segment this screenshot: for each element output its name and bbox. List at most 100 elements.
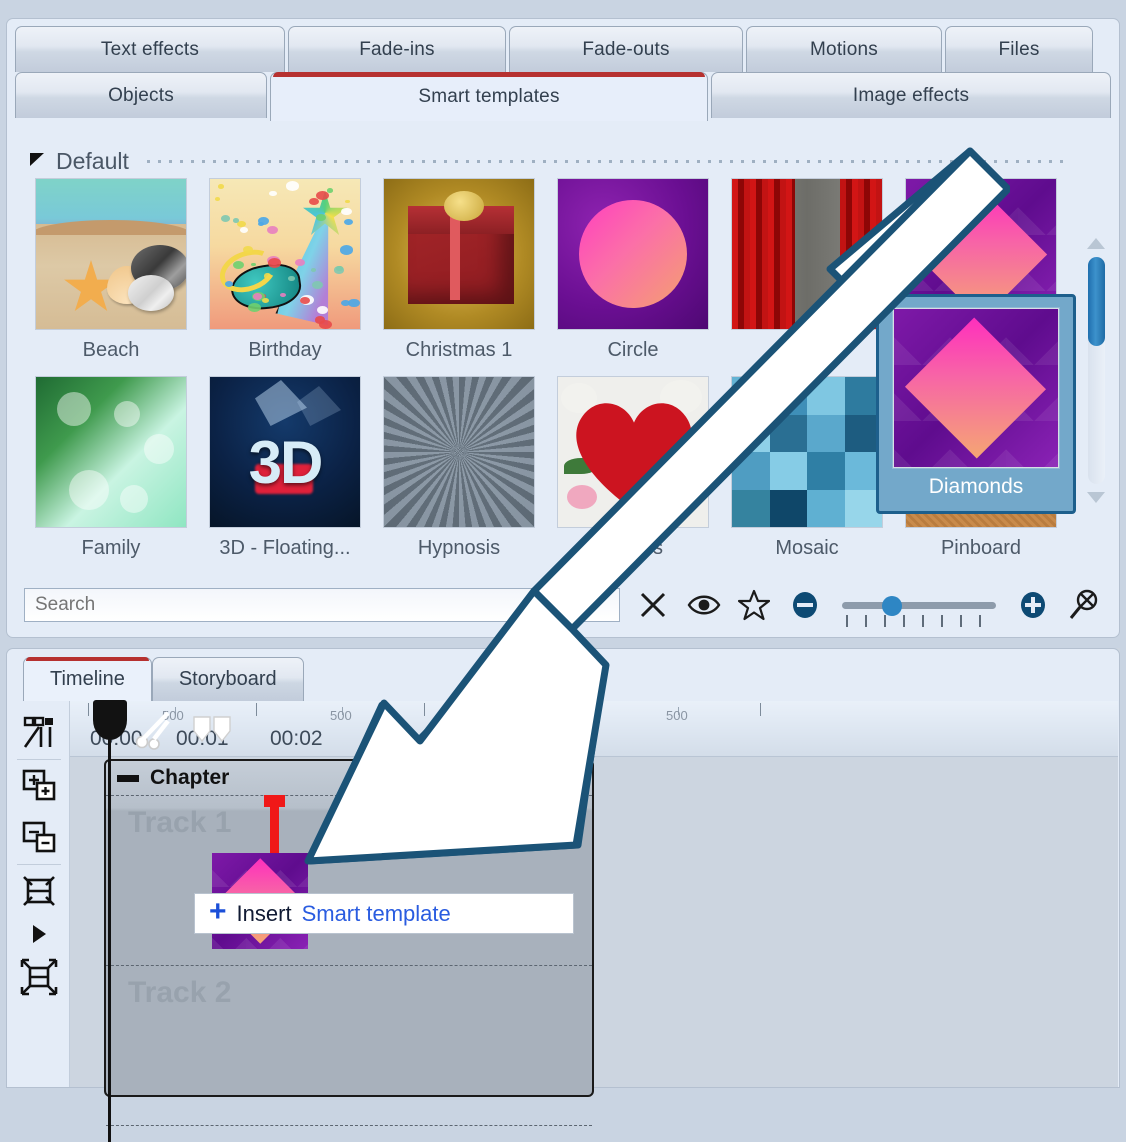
scissors-icon[interactable]: [132, 711, 178, 756]
template-tile-lovers[interactable]: Lovers: [546, 376, 720, 574]
tab-fade-ins[interactable]: Fade-ins: [288, 26, 506, 72]
circle-artwork: [558, 179, 708, 329]
tab-label: Objects: [108, 85, 174, 107]
media-tab-row-1: Text effects Fade-ins Fade-outs Motions …: [7, 26, 1119, 74]
collapse-minus-icon[interactable]: [117, 775, 139, 782]
timeline-ruler[interactable]: 500 500 500 500 00:00 00:01 00:02 00:04: [70, 701, 1118, 757]
track-divider: [106, 1125, 592, 1126]
timeline-toolbar: [8, 701, 70, 1087]
tab-text-effects[interactable]: Text effects: [15, 26, 285, 72]
template-tile-circle[interactable]: Circle: [546, 178, 720, 376]
zoom-slider-knob[interactable]: [882, 596, 902, 616]
template-thumbnail[interactable]: [383, 376, 535, 528]
tab-timeline[interactable]: Timeline: [23, 657, 152, 701]
group-divider-dots: [147, 160, 1070, 163]
remove-track-icon[interactable]: [12, 812, 66, 864]
tab-label: Fade-outs: [582, 39, 669, 61]
add-track-icon[interactable]: [12, 760, 66, 812]
star-icon[interactable]: [736, 585, 773, 625]
template-tile-hypnosis[interactable]: Hypnosis: [372, 376, 546, 574]
timeline-panel: Timeline Storyboard: [6, 648, 1120, 1088]
plus-icon: +: [209, 897, 227, 927]
triangle-collapse-icon[interactable]: [30, 153, 44, 166]
scroll-down-arrow-icon[interactable]: [1087, 492, 1105, 503]
zoom-slider[interactable]: [838, 585, 1001, 625]
template-thumbnail[interactable]: [35, 178, 187, 330]
tab-image-effects[interactable]: Image effects: [711, 72, 1111, 118]
chapter-title: Chapter: [150, 766, 229, 790]
template-thumbnail[interactable]: [731, 376, 883, 528]
template-label: Christmas 1: [406, 339, 513, 362]
template-tile-mosaic[interactable]: Mosaic: [720, 376, 894, 574]
template-thumbnail[interactable]: 3D: [209, 376, 361, 528]
template-label: Curtain: [775, 339, 839, 362]
media-panel-toolbar: [8, 574, 1118, 636]
birthday-artwork: [210, 179, 360, 329]
mode-switch-icon[interactable]: [12, 707, 66, 759]
ruler-label: 00:02: [270, 727, 323, 751]
template-tile-family[interactable]: Family: [24, 376, 198, 574]
curtain-artwork: [732, 179, 882, 329]
template-label: Mosaic: [775, 537, 838, 560]
tab-label: Image effects: [853, 85, 969, 107]
template-tile-3d-floating[interactable]: 3D 3D - Floating...: [198, 376, 372, 574]
zoom-slider-track[interactable]: [842, 602, 997, 609]
template-thumbnail[interactable]: [731, 178, 883, 330]
search-input[interactable]: [24, 588, 620, 622]
fit-all-tracks-icon[interactable]: [12, 951, 66, 1003]
mosaic-artwork: [732, 377, 882, 527]
template-label: Beach: [83, 339, 140, 362]
close-x-icon[interactable]: [634, 585, 671, 625]
group-header-default[interactable]: Default: [30, 148, 1070, 175]
template-label: Birthday: [248, 339, 321, 362]
fit-track-height-icon[interactable]: [12, 865, 66, 917]
tab-label: Timeline: [50, 668, 125, 691]
family-artwork: [36, 377, 186, 527]
track-row-1[interactable]: Track 1: [106, 795, 592, 965]
template-thumbnail[interactable]: [383, 178, 535, 330]
template-thumbnail[interactable]: [209, 178, 361, 330]
playhead-handle-icon[interactable]: [93, 700, 127, 740]
tab-label: Text effects: [101, 39, 199, 61]
ruler-sub-label: 500: [330, 708, 352, 723]
scrollbar-thumb[interactable]: [1088, 257, 1105, 346]
tab-fade-outs[interactable]: Fade-outs: [509, 26, 743, 72]
template-label: Pinboard: [941, 537, 1021, 560]
template-tile-beach[interactable]: Beach: [24, 178, 198, 376]
3d-floating-artwork: 3D: [210, 377, 360, 527]
track-row-2[interactable]: Track 2: [106, 965, 592, 1125]
template-label: Diamonds: [929, 475, 1024, 499]
scrollbar-track[interactable]: [1088, 257, 1105, 484]
template-thumbnail[interactable]: [557, 178, 709, 330]
template-tile-christmas-1[interactable]: Christmas 1: [372, 178, 546, 376]
tab-files[interactable]: Files: [945, 26, 1093, 72]
tab-storyboard[interactable]: Storyboard: [152, 657, 304, 701]
template-label: Lovers: [603, 537, 663, 560]
selected-template-diamonds[interactable]: Diamonds: [876, 294, 1076, 514]
scroll-up-arrow-icon[interactable]: [1087, 238, 1105, 249]
group-title: Default: [56, 148, 129, 175]
tab-label: Motions: [810, 39, 878, 61]
template-tile-birthday[interactable]: Birthday: [198, 178, 372, 376]
tab-objects[interactable]: Objects: [15, 72, 267, 118]
template-thumbnail[interactable]: [557, 376, 709, 528]
expand-arrow-icon[interactable]: [12, 917, 66, 951]
range-markers-icon[interactable]: [190, 715, 236, 750]
lovers-artwork: [558, 377, 708, 527]
template-scrollbar[interactable]: [1082, 232, 1110, 509]
chapter-header[interactable]: Chapter: [106, 761, 592, 795]
plus-circle-icon[interactable]: [1014, 585, 1051, 625]
template-thumbnail[interactable]: [893, 308, 1059, 468]
template-thumbnail[interactable]: [35, 376, 187, 528]
minus-circle-icon[interactable]: [787, 585, 824, 625]
template-tile-curtain[interactable]: Curtain: [720, 178, 894, 376]
tab-motions[interactable]: Motions: [746, 26, 942, 72]
magnifier-reset-icon[interactable]: [1065, 585, 1102, 625]
insert-smart-template-tooltip: + Insert Smart template: [194, 893, 574, 934]
beach-artwork: [36, 179, 186, 329]
eye-icon[interactable]: [685, 585, 722, 625]
ruler-sub-label: 500: [666, 708, 688, 723]
christmas-artwork: [384, 179, 534, 329]
playhead-line: [108, 733, 111, 1142]
tab-smart-templates[interactable]: Smart templates: [270, 72, 708, 121]
